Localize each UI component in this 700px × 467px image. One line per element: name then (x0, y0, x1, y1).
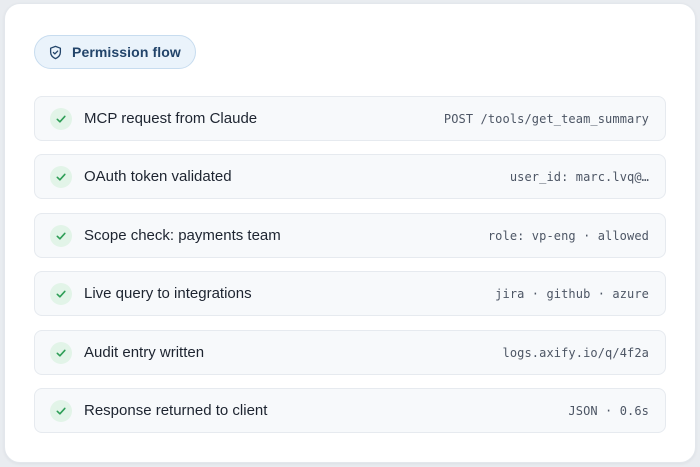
step-title: OAuth token validated (84, 168, 232, 185)
check-icon (50, 399, 72, 422)
check-icon (50, 165, 72, 188)
shield-icon (49, 45, 62, 59)
check-icon (50, 224, 72, 247)
flow-step-oauth-token: OAuth token validated user_id: marc.lvq@… (34, 154, 666, 199)
step-title: Scope check: payments team (84, 227, 281, 244)
check-icon (50, 282, 72, 305)
permission-flow-badge: Permission flow (34, 35, 196, 69)
step-title: Audit entry written (84, 344, 205, 361)
step-detail: logs.axify.io/q/4f2a (502, 345, 649, 360)
step-title: Live query to integrations (84, 285, 252, 302)
check-icon (50, 107, 72, 130)
step-detail: JSON · 0.6s (568, 403, 649, 418)
permission-flow-card: Permission flow MCP request from Claude … (4, 3, 696, 463)
flow-step-response-returned: Response returned to client JSON · 0.6s (34, 388, 666, 433)
step-title: MCP request from Claude (84, 110, 258, 127)
flow-step-audit-entry: Audit entry written logs.axify.io/q/4f2a (34, 330, 666, 375)
step-detail: POST /tools/get_team_summary (443, 111, 649, 126)
flow-step-mcp-request: MCP request from Claude POST /tools/get_… (34, 96, 666, 141)
flow-step-scope-check: Scope check: payments team role: vp-eng … (34, 213, 666, 258)
step-detail: user_id: marc.lvq@… (509, 169, 649, 184)
step-title: Response returned to client (84, 402, 268, 419)
step-detail: jira · github · azure (495, 286, 649, 301)
step-detail: role: vp-eng · allowed (487, 228, 649, 243)
flow-step-live-query: Live query to integrations jira · github… (34, 271, 666, 316)
check-icon (50, 341, 72, 364)
badge-label: Permission flow (72, 44, 181, 60)
